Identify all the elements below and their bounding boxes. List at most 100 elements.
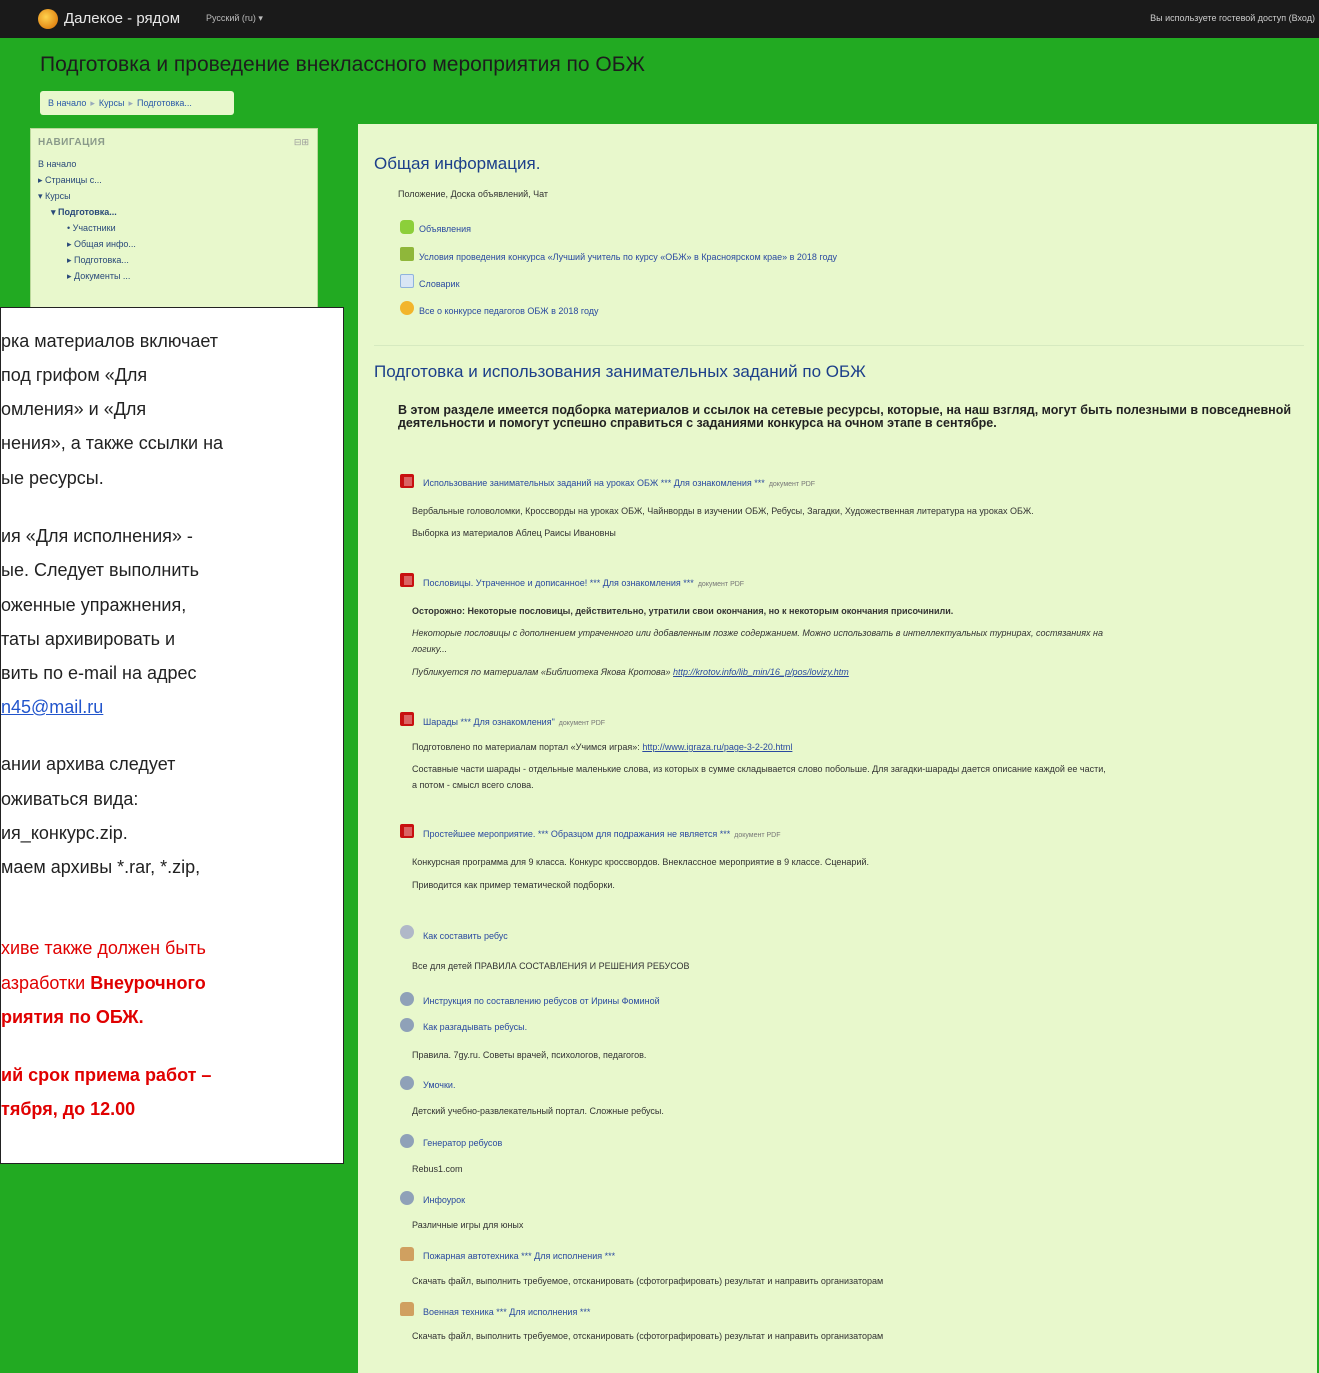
page-icon — [400, 1076, 414, 1090]
contest-conditions-link[interactable]: Условия проведения конкурса «Лучший учит… — [419, 252, 837, 262]
nav-item-courses[interactable]: ▾ Курсы — [38, 191, 71, 202]
note-line-red: хиве также должен быть — [1, 938, 206, 958]
contest-chat-link[interactable]: Все о конкурсе педагогов ОБЖ в 2018 году — [419, 306, 599, 316]
note-line: ые ресурсы. — [1, 468, 104, 488]
resource-url-link[interactable]: http://krotov.info/lib_min/16_p/pos/lovi… — [673, 667, 849, 677]
resource-type: документ PDF — [697, 581, 745, 588]
column-gap — [348, 124, 358, 1373]
resource-description: Выборка из материалов Аблец Раисы Иванов… — [412, 528, 616, 538]
note-line: вить по e-mail на адрес — [1, 663, 197, 683]
note-email[interactable]: n45@mail.ru — [1, 697, 103, 718]
resource-link[interactable]: Как разгадывать ребусы. — [423, 1022, 527, 1032]
resource-description: Публикуется по материалам «Библиотека Як… — [412, 667, 849, 677]
navigation-heading: НАВИГАЦИЯ — [38, 137, 106, 148]
section-divider — [374, 345, 1304, 346]
note-line: оживаться вида: — [1, 789, 139, 809]
site-name-link[interactable]: Далекое - рядом — [64, 10, 180, 27]
nav-item-current-course[interactable]: ▾ Подготовка... — [51, 207, 117, 218]
resource-description: Различные игры для юных — [412, 1220, 524, 1230]
resource-link[interactable]: Генератор ребусов — [423, 1138, 502, 1148]
resource-link[interactable]: Умочки. — [423, 1080, 455, 1090]
nav-item-general-info[interactable]: ▸ Общая инфо... — [67, 239, 136, 250]
resource-link[interactable]: Инфоурок — [423, 1195, 465, 1205]
top-navbar: Далекое - рядом Русский (ru) ▾ Вы исполь… — [0, 0, 1319, 38]
resource-description: Скачать файл, выполнить требуемое, отска… — [412, 1331, 884, 1341]
note-deadline-line: тября, до 12.00 — [1, 1099, 136, 1119]
note-line-red-bold: риятия по ОБЖ. — [1, 1007, 144, 1027]
resource-title[interactable]: Пословицы. Утраченное и дописанное! *** … — [423, 578, 694, 588]
page-icon — [400, 1191, 414, 1205]
resource-description: Детский учебно-развлекательный портал. С… — [412, 1106, 664, 1116]
url-icon — [400, 925, 414, 939]
resource-link[interactable]: Пословицы. Утраченное и дописанное! *** … — [423, 578, 744, 588]
file-icon — [400, 1247, 414, 1261]
note-deadline-line: ий срок приема работ – — [1, 1065, 212, 1085]
resource-link[interactable]: Инструкция по составлению ребусов от Ири… — [423, 996, 660, 1006]
book-icon — [400, 247, 414, 261]
nav-item-preparation[interactable]: ▸ Подготовка... — [67, 255, 129, 266]
note-line: омления» и «Для — [1, 399, 147, 419]
resource-link[interactable]: Военная техника *** Для исполнения *** — [423, 1307, 590, 1317]
section-general-info-summary: Положение, Доска объявлений, Чат — [398, 189, 549, 199]
note-line: оженные упражнения, — [1, 595, 187, 615]
resource-description: Правила. 7gy.ru. Советы врачей, психолог… — [412, 1050, 647, 1060]
navigation-block: НАВИГАЦИЯ ⊟⊞ В начало ▸ Страницы с... ▾ … — [30, 128, 318, 328]
page-title: Подготовка и проведение внеклассного мер… — [40, 53, 645, 76]
resource-title[interactable]: Шарады *** Для ознакомления" — [423, 717, 555, 727]
note-line: нения», а также ссылки на — [1, 433, 224, 453]
breadcrumb: В начало ▸ Курсы ▸ Подготовка... — [40, 91, 234, 115]
glossary-link[interactable]: Словарик — [419, 279, 460, 289]
resource-type: документ PDF — [734, 832, 781, 839]
pdf-icon — [400, 824, 414, 838]
resource-type: документ PDF — [558, 720, 606, 727]
resource-description: Приводится как пример тематической подбо… — [412, 880, 615, 890]
resource-description: Конкурсная программа для 9 класса. Конку… — [412, 857, 869, 867]
resource-description: Вербальные головоломки, Кроссворды на ур… — [412, 506, 1034, 516]
resource-link[interactable]: Шарады *** Для ознакомления" документ PDF — [423, 717, 605, 727]
breadcrumb-separator-icon: ▸ — [90, 98, 95, 108]
note-line-red: азработки Внеурочного — [1, 973, 206, 994]
glossary-icon — [400, 274, 414, 288]
resource-description: Составные части шарады - отдельные мален… — [412, 764, 1106, 774]
breadcrumb-home[interactable]: В начало — [48, 98, 86, 108]
note-line: ия_конкурс.zip. — [1, 823, 128, 843]
resource-source-text: Подготовлено по материалам портал «Учимс… — [412, 742, 640, 752]
language-menu[interactable]: Русский (ru) ▾ — [206, 13, 263, 24]
forum-icon — [400, 220, 414, 234]
guest-access-notice[interactable]: Вы используете гостевой доступ (Вход) — [1150, 13, 1315, 23]
note-red-bold-text: Внеурочного — [90, 973, 206, 993]
pdf-icon — [400, 712, 414, 726]
section-tasks-title[interactable]: Подготовка и использования занимательных… — [374, 362, 866, 382]
note-line: таты архивировать и — [1, 629, 176, 649]
note-line: маем архивы *.rar, *.zip, — [1, 857, 201, 877]
resource-link[interactable]: Использование занимательных заданий на у… — [423, 478, 815, 488]
note-line: ании архива следует — [1, 754, 176, 774]
resource-description: Скачать файл, выполнить требуемое, отска… — [412, 1276, 884, 1286]
nav-item-participants[interactable]: • Участники — [67, 223, 116, 233]
pdf-icon — [400, 573, 414, 587]
resource-title[interactable]: Использование занимательных заданий на у… — [423, 478, 765, 488]
resource-link[interactable]: Как составить ребус — [423, 931, 508, 941]
nav-item-pages[interactable]: ▸ Страницы с... — [38, 175, 102, 186]
breadcrumb-courses[interactable]: Курсы — [99, 98, 125, 108]
resource-url-link[interactable]: http://www.igraza.ru/page-3-2-20.html — [642, 742, 792, 752]
resource-description: Осторожно: Некоторые пословицы, действит… — [412, 606, 954, 616]
nav-item-documents[interactable]: ▸ Документы ... — [67, 271, 130, 282]
site-logo-icon[interactable] — [38, 9, 58, 29]
resource-description: а потом - смысл всего слова. — [412, 780, 534, 790]
resource-title[interactable]: Простейшее мероприятие. *** Образцом для… — [423, 829, 730, 839]
overlay-note: рка материалов включает под грифом «Для … — [0, 307, 344, 1164]
breadcrumb-course[interactable]: Подготовка... — [137, 98, 192, 108]
resource-link[interactable]: Простейшее мероприятие. *** Образцом для… — [423, 829, 781, 839]
section-general-info-title[interactable]: Общая информация. — [374, 154, 540, 174]
resource-description: логику... — [412, 644, 448, 654]
resource-description: Некоторые пословицы с дополнением утраче… — [412, 628, 1104, 638]
resource-description: Rebus1.com — [412, 1164, 463, 1174]
block-dock-icon[interactable]: ⊟⊞ — [294, 137, 309, 148]
announcements-link[interactable]: Объявления — [419, 224, 471, 234]
nav-item-home[interactable]: В начало — [38, 159, 76, 169]
note-line: ые. Следует выполнить — [1, 560, 200, 580]
resource-link[interactable]: Пожарная автотехника *** Для исполнения … — [423, 1251, 615, 1261]
page-icon — [400, 992, 414, 1006]
email-link[interactable]: n45@mail.ru — [1, 697, 103, 717]
